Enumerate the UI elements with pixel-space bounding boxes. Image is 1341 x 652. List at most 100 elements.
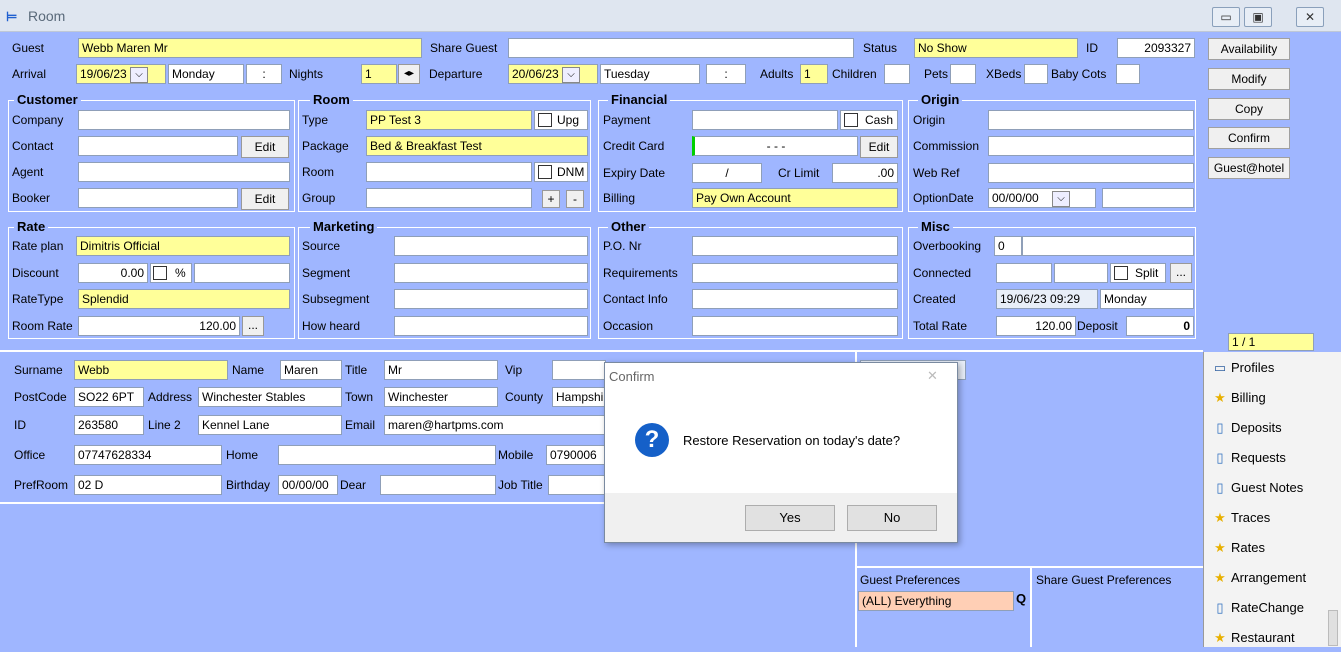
profile-id-field[interactable]: 263580 [74,415,144,435]
baby-cots-field[interactable] [1116,64,1140,84]
arrival-date-field[interactable]: 19/06/23 ⌵ [76,64,166,84]
vip-field[interactable] [552,360,606,380]
room-field[interactable] [366,162,532,182]
town-field[interactable]: Winchester [384,387,498,407]
company-field[interactable] [78,110,290,130]
side-item-guest-notes[interactable]: ▯ Guest Notes [1212,474,1303,502]
credit-card-field[interactable]: - - - [692,136,858,156]
side-menu-scrollbar[interactable] [1328,610,1338,646]
group-remove-button[interactable]: - [566,190,584,208]
chevron-down-icon[interactable]: ⌵ [1052,190,1071,207]
reservation-id-field[interactable]: 2093327 [1117,38,1195,58]
guest-preferences-value[interactable]: (ALL) Everything [858,591,1014,611]
side-item-rates[interactable]: ★ Rates [1212,534,1265,562]
cr-limit-field[interactable]: .00 [832,163,898,183]
discount-percent-checkbox[interactable]: % [150,263,192,283]
rate-type-field[interactable]: Splendid [78,289,290,309]
contact-field[interactable] [78,136,238,156]
web-ref-field[interactable] [988,163,1194,183]
adults-field[interactable]: 1 [800,64,828,84]
room-rate-more-button[interactable]: ... [242,316,264,336]
mobile-phone-field[interactable]: 0790006 [546,445,606,465]
booker-edit-button[interactable]: Edit [241,188,289,210]
how-heard-field[interactable] [394,316,588,336]
home-phone-field[interactable] [278,445,496,465]
payment-field[interactable] [692,110,838,130]
close-button[interactable]: ✕ [1296,7,1324,27]
agent-field[interactable] [78,162,290,182]
dialog-close-icon[interactable]: ✕ [927,368,938,384]
room-rate-field[interactable]: 120.00 [78,316,240,336]
booker-field[interactable] [78,188,238,208]
title-field[interactable]: Mr [384,360,498,380]
package-field[interactable]: Bed & Breakfast Test [366,136,588,156]
credit-card-edit-button[interactable]: Edit [860,136,898,158]
xbeds-field[interactable] [1024,64,1048,84]
modify-button[interactable]: Modify [1208,68,1290,90]
group-add-button[interactable]: + [542,190,560,208]
maximize-button[interactable]: ▣ [1244,7,1272,27]
contact-edit-button[interactable]: Edit [241,136,289,158]
option-date-field[interactable]: 00/00/00 ⌵ [988,188,1096,208]
upgrade-checkbox[interactable]: Upg [534,110,588,130]
segment-field[interactable] [394,263,588,283]
job-title-field[interactable] [548,475,606,495]
no-button[interactable]: No [847,505,937,531]
surname-field[interactable]: Webb [74,360,228,380]
arrival-time-field[interactable]: : [246,64,282,84]
discount-field[interactable]: 0.00 [78,263,148,283]
overbooking-field[interactable]: 0 [994,236,1022,256]
availability-button[interactable]: Availability [1208,38,1290,60]
children-field[interactable] [884,64,910,84]
departure-date-field[interactable]: 20/06/23 ⌵ [508,64,598,84]
line2-field[interactable]: Kennel Lane [198,415,342,435]
name-field[interactable]: Maren [280,360,342,380]
subsegment-field[interactable] [394,289,588,309]
side-item-deposits[interactable]: ▯ Deposits [1212,414,1281,442]
dear-field[interactable] [380,475,496,495]
county-field[interactable]: Hampshi [552,387,606,407]
pref-room-field[interactable]: 02 D [74,475,222,495]
rate-plan-field[interactable]: Dimitris Official [76,236,290,256]
office-phone-field[interactable]: 07747628334 [74,445,222,465]
requirements-field[interactable] [692,263,898,283]
pets-field[interactable] [950,64,976,84]
dnm-checkbox[interactable]: DNM [534,162,588,182]
billing-field[interactable]: Pay Own Account [692,188,898,208]
nights-field[interactable]: 1 [361,64,397,84]
postcode-field[interactable]: SO22 6PT [74,387,144,407]
departure-time-field[interactable]: : [706,64,746,84]
email-field[interactable]: maren@hartpms.com [384,415,606,435]
status-field[interactable]: No Show [914,38,1078,58]
split-checkbox[interactable]: Split [1110,263,1166,283]
connected-more-button[interactable]: ... [1170,263,1192,283]
share-guest-field[interactable] [508,38,854,58]
side-item-requests[interactable]: ▯ Requests [1212,444,1286,472]
side-item-traces[interactable]: ★ Traces [1212,504,1270,532]
nights-spinner[interactable]: ◂▸ [398,64,420,84]
commission-field[interactable] [988,136,1194,156]
origin-field[interactable] [988,110,1194,130]
chevron-down-icon[interactable]: ⌵ [562,66,581,83]
option-time-field[interactable] [1102,188,1194,208]
side-item-billing[interactable]: ★ Billing [1212,384,1266,412]
connected-field-1[interactable] [996,263,1052,283]
side-item-arrangement[interactable]: ★ Arrangement [1212,564,1306,592]
chevron-down-icon[interactable]: ⌵ [130,66,149,83]
expiry-date-field[interactable]: / [692,163,762,183]
copy-button[interactable]: Copy [1208,98,1290,120]
overbooking-extra-field[interactable] [1022,236,1194,256]
source-field[interactable] [394,236,588,256]
address-field[interactable]: Winchester Stables [198,387,342,407]
search-icon[interactable]: Q [1016,591,1026,606]
side-item-ratechange[interactable]: ▯ RateChange [1212,594,1304,622]
guest-at-hotel-button[interactable]: Guest@hotel [1208,157,1290,179]
contact-info-field[interactable] [692,289,898,309]
guest-field[interactable]: Webb Maren Mr [78,38,422,58]
connected-field-2[interactable] [1054,263,1108,283]
discount-extra-field[interactable] [194,263,290,283]
cash-checkbox[interactable]: Cash [840,110,898,130]
po-number-field[interactable] [692,236,898,256]
side-item-restaurant[interactable]: ★ Restaurant [1212,624,1294,652]
room-type-field[interactable]: PP Test 3 [366,110,532,130]
